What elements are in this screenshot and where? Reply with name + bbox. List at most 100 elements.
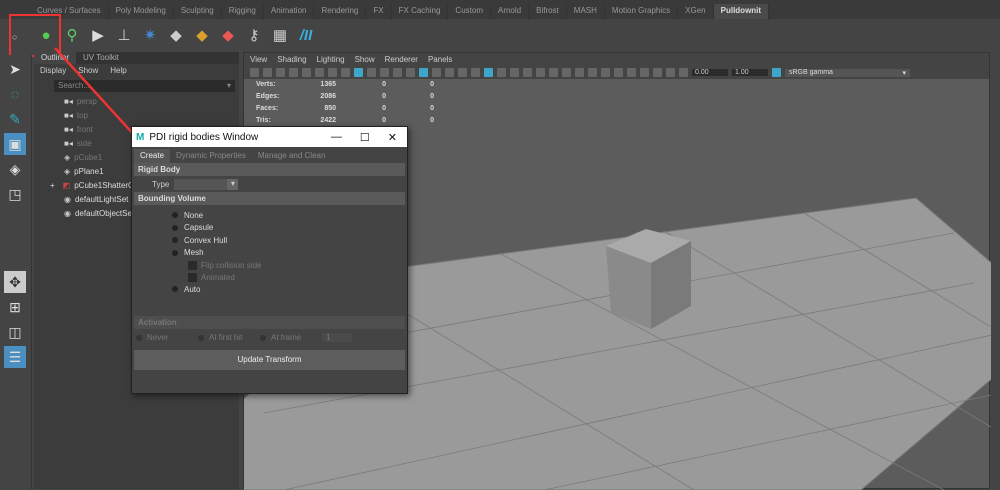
type-select[interactable]: ▾ bbox=[174, 178, 239, 190]
checkbox-label: Flip collision side bbox=[201, 260, 262, 270]
shelf-tab[interactable]: Sculpting bbox=[174, 4, 222, 19]
dialog-tab[interactable]: Manage and Clean bbox=[252, 149, 332, 163]
checkbox[interactable] bbox=[188, 260, 197, 270]
outliner-item-label: front bbox=[76, 124, 93, 134]
shatter-gold-icon[interactable]: ◆ bbox=[192, 25, 212, 45]
star-wand-icon[interactable]: ✷ bbox=[140, 25, 160, 45]
shatter-color-icon[interactable]: ◆ bbox=[218, 25, 238, 45]
chevron-down-icon[interactable]: ▾ bbox=[227, 81, 231, 90]
scale-tool-icon[interactable]: ◳ bbox=[4, 183, 26, 205]
radio-option[interactable]: Mesh bbox=[132, 247, 407, 260]
outliner-menu-item[interactable]: Display bbox=[40, 66, 66, 76]
search-placeholder: Search... bbox=[58, 81, 91, 90]
shelf-tab[interactable]: Poly Modeling bbox=[109, 4, 174, 19]
set-icon: ◉ bbox=[64, 194, 71, 204]
radio-label: Capsule bbox=[184, 223, 214, 233]
dialog-tab[interactable]: Create bbox=[134, 149, 171, 163]
key-icon[interactable]: ⚷ bbox=[244, 25, 264, 45]
radio-dot bbox=[198, 334, 204, 341]
hud-row: Edges: 2086 0 0 bbox=[256, 93, 434, 105]
broom-icon[interactable]: ⊥ bbox=[114, 25, 134, 45]
single-view-icon[interactable]: ✥ bbox=[4, 271, 26, 293]
window-title: PDI rigid bodies Window bbox=[149, 131, 259, 143]
hud-cell: 2086 bbox=[320, 93, 336, 100]
radio-dot bbox=[172, 249, 178, 256]
search-input[interactable]: Search... ▾ bbox=[54, 80, 235, 92]
move-tool-icon[interactable]: ▣ bbox=[4, 133, 26, 155]
outliner-item-label: defaultObjectSe bbox=[74, 208, 132, 218]
set-icon: ◉ bbox=[64, 208, 71, 218]
window-titlebar: M PDI rigid bodies Window — ☐ ✕ bbox=[132, 127, 407, 147]
hud-cell: 850 bbox=[324, 105, 336, 112]
radio-dot bbox=[172, 237, 178, 244]
shelf-tab[interactable]: FX Caching bbox=[392, 4, 449, 19]
activation-section[interactable]: Activation bbox=[134, 315, 405, 329]
outliner-item[interactable]: ■◂ top bbox=[34, 108, 239, 122]
paint-select-icon[interactable]: ✎ bbox=[4, 108, 26, 130]
frame-field[interactable]: 1 bbox=[322, 333, 352, 342]
outliner-layout-icon[interactable]: ☰ bbox=[4, 346, 26, 368]
play-gear-icon[interactable]: ▶ bbox=[88, 25, 108, 45]
radio-label: At first hit bbox=[209, 333, 243, 342]
checkbox[interactable] bbox=[188, 272, 197, 282]
dialog-tab[interactable]: Dynamic Properties bbox=[170, 149, 252, 163]
hud-cell: 0 bbox=[430, 105, 434, 112]
radio-auto[interactable]: Auto bbox=[132, 283, 407, 296]
two-view-icon[interactable]: ◫ bbox=[4, 321, 26, 343]
toolbox: ➤ ◌ ✎ ▣ ◈ ◳ ✥ ⊞ ◫ ☰ bbox=[0, 55, 32, 489]
shatter-gray-icon[interactable]: ◆ bbox=[166, 25, 186, 45]
outliner-item-label: top bbox=[76, 110, 88, 120]
bounding-volume-section[interactable]: Bounding Volume bbox=[134, 192, 405, 205]
maya-logo-icon: M bbox=[136, 131, 145, 143]
pdi-logo-icon[interactable]: /II bbox=[296, 25, 316, 45]
fracture-block-icon[interactable]: ▦ bbox=[270, 25, 290, 45]
shelf-tab[interactable]: MASH bbox=[567, 4, 605, 19]
checkbox-option[interactable]: Flip collision side bbox=[132, 259, 407, 271]
outliner-menu-item[interactable]: Show bbox=[78, 66, 98, 76]
shelf-tab[interactable]: Bifrost bbox=[529, 4, 567, 19]
radio-label: Never bbox=[147, 333, 169, 342]
shatter-group-icon: ◩ bbox=[62, 180, 71, 190]
activation-radio[interactable]: At first hit bbox=[198, 333, 260, 342]
pin-icon[interactable]: ⚲ bbox=[62, 25, 82, 45]
activation-radio[interactable]: Never bbox=[136, 333, 198, 342]
shelf-tab[interactable]: XGen bbox=[678, 4, 714, 19]
shelf-tab[interactable]: Arnold bbox=[491, 4, 530, 19]
checkbox-option[interactable]: Animated bbox=[132, 271, 407, 283]
radio-option[interactable]: Capsule bbox=[132, 222, 407, 235]
lasso-tool-icon[interactable]: ◌ bbox=[4, 83, 26, 105]
shelf-tab[interactable]: Rigging bbox=[222, 4, 264, 19]
radio-dot bbox=[136, 334, 142, 341]
shelf-tab[interactable]: Pulldownit bbox=[713, 4, 770, 19]
hud-row: Verts: 1365 0 0 bbox=[256, 81, 434, 93]
select-tool-icon[interactable]: ➤ bbox=[4, 58, 26, 80]
radio-dot bbox=[172, 224, 178, 231]
rotate-tool-icon[interactable]: ◈ bbox=[4, 158, 26, 180]
close-button[interactable]: ✕ bbox=[388, 131, 397, 144]
shelf-tab[interactable]: FX bbox=[366, 4, 392, 19]
expand-icon[interactable]: + bbox=[50, 181, 55, 190]
outliner-tab[interactable]: Outliner bbox=[34, 52, 77, 64]
update-transform-button[interactable]: Update Transform bbox=[134, 349, 405, 370]
minimize-button[interactable]: — bbox=[331, 131, 342, 144]
outliner-menu-item[interactable]: Help bbox=[110, 66, 126, 76]
outliner-tab[interactable]: UV Toolkit bbox=[76, 52, 126, 64]
maximize-button[interactable]: ☐ bbox=[360, 131, 370, 144]
shelf-tab[interactable]: Motion Graphics bbox=[605, 4, 679, 19]
radio-label: Convex Hull bbox=[184, 235, 228, 245]
outliner-item-label: persp bbox=[76, 96, 97, 106]
four-view-icon[interactable]: ⊞ bbox=[4, 296, 26, 318]
shelf-tabs: Curves / Surfaces Poly Modeling Sculpting R… bbox=[0, 0, 1000, 19]
rigid-body-section[interactable]: Rigid Body bbox=[134, 163, 405, 176]
radio-option[interactable]: Convex Hull bbox=[132, 234, 407, 247]
radio-option[interactable]: None bbox=[132, 209, 407, 222]
shelf-tab[interactable]: Animation bbox=[264, 4, 315, 19]
shelf-tab[interactable]: Custom bbox=[448, 4, 491, 19]
chevron-down-icon: ▾ bbox=[227, 178, 239, 190]
type-label: Type bbox=[152, 179, 170, 189]
outliner-item[interactable]: ■◂ persp bbox=[34, 94, 239, 108]
hud-cell: 1365 bbox=[320, 81, 336, 88]
activation-radio[interactable]: At frame bbox=[260, 333, 322, 342]
shelf-tab[interactable]: Rendering bbox=[314, 4, 367, 19]
hud-cell: 0 bbox=[430, 93, 434, 100]
